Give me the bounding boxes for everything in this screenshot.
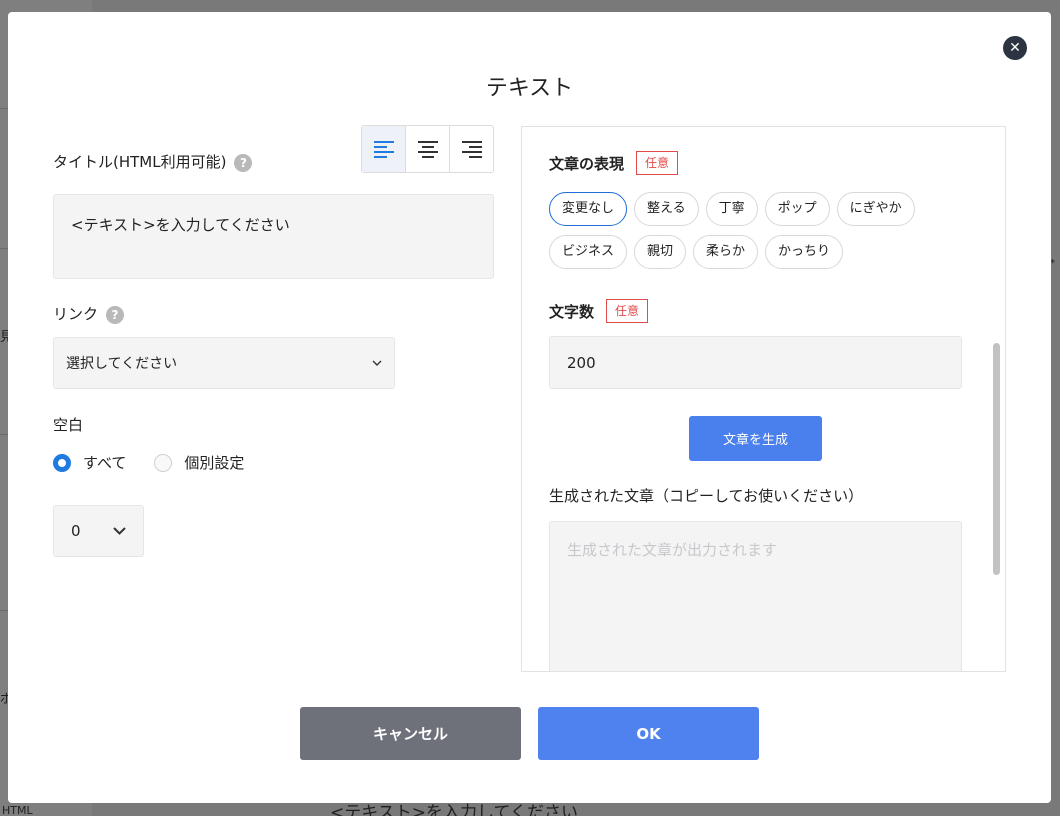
spacing-label: 空白 — [53, 416, 84, 434]
expression-heading: 文章の表現 任意 — [549, 151, 679, 175]
modal-title: テキスト — [485, 76, 574, 101]
radio-individual[interactable] — [154, 453, 173, 472]
ok-button[interactable]: OK — [538, 707, 759, 760]
chip-tidy[interactable]: 整える — [634, 192, 699, 226]
align-center-button[interactable] — [406, 126, 450, 172]
title-label-text: タイトル(HTML利用可能) — [53, 153, 227, 171]
link-label-text: リンク — [53, 305, 99, 323]
align-right-icon — [461, 141, 482, 158]
chevron-down-icon — [372, 360, 382, 366]
expression-chip-list: 変更なし 整える 丁寧 ポップ にぎやか ビジネス 親切 柔らか かっちり — [549, 192, 979, 278]
radio-all-label[interactable]: すべて — [83, 452, 126, 473]
chip-soft[interactable]: 柔らか — [693, 235, 759, 269]
generated-text-output[interactable]: 生成された文章が出力されます — [549, 521, 962, 671]
title-field-label: タイトル(HTML利用可能)? — [53, 151, 253, 172]
close-icon[interactable]: ✕ — [1003, 36, 1027, 60]
chip-formal[interactable]: かっちり — [765, 235, 844, 269]
chevron-down-icon — [113, 527, 126, 535]
optional-badge: 任意 — [636, 151, 679, 175]
link-select-value: 選択してください — [66, 356, 178, 372]
chip-lively[interactable]: にぎやか — [836, 192, 915, 226]
spacing-select-value: 0 — [71, 522, 81, 540]
link-field-label: リンク? — [53, 303, 125, 324]
help-icon[interactable]: ? — [106, 305, 125, 324]
link-select[interactable]: 選択してください — [53, 337, 395, 389]
char-count-heading: 文字数 任意 — [549, 299, 649, 323]
text-generation-panel[interactable]: 文章の表現 任意 変更なし 整える 丁寧 ポップ にぎやか ビジネス 親切 柔らか かっちり … — [521, 126, 1006, 672]
spacing-select[interactable]: 0 — [53, 505, 144, 557]
help-icon[interactable]: ? — [234, 153, 253, 172]
chip-pop[interactable]: ポップ — [764, 192, 830, 226]
char-count-input[interactable]: 200 — [549, 336, 962, 389]
chip-business[interactable]: ビジネス — [549, 235, 628, 269]
generated-text-label: 生成された文章（コピーしてお使いください） — [549, 487, 864, 505]
optional-badge: 任意 — [606, 299, 649, 323]
text-edit-modal: テキスト ✕ タイトル(HTML利用可能)? <テキスト>を入力してください リ… — [8, 12, 1051, 803]
generate-text-button[interactable]: 文章を生成 — [689, 416, 822, 461]
chip-polite[interactable]: 丁寧 — [705, 192, 758, 226]
align-left-button[interactable] — [362, 126, 406, 172]
align-right-button[interactable] — [450, 126, 493, 172]
text-align-group — [361, 125, 494, 173]
panel-scrollbar[interactable] — [993, 343, 1000, 575]
title-input[interactable]: <テキスト>を入力してください — [53, 194, 494, 279]
chip-kind[interactable]: 親切 — [634, 235, 687, 269]
radio-individual-label[interactable]: 個別設定 — [184, 452, 244, 473]
spacing-radio-group: すべて 個別設定 — [53, 452, 244, 473]
cancel-button[interactable]: キャンセル — [300, 707, 521, 760]
align-center-icon — [417, 141, 438, 158]
align-left-icon — [373, 141, 394, 158]
char-count-label: 文字数 — [549, 302, 595, 321]
chip-no-change[interactable]: 変更なし — [549, 192, 628, 226]
expression-label: 文章の表現 — [549, 154, 625, 173]
radio-all[interactable] — [53, 453, 71, 472]
